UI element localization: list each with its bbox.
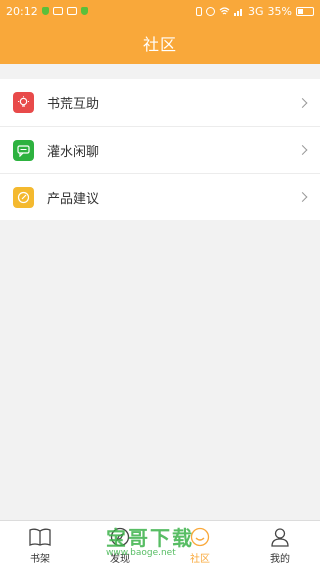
book-icon: [28, 526, 52, 548]
battery-icon: [296, 6, 314, 16]
tab-label: 书架: [30, 553, 50, 565]
shield-icon: [41, 7, 49, 15]
status-bar: 20:12 3G 35%: [0, 0, 320, 22]
tab-label: 发现: [110, 553, 130, 565]
security-icon: [80, 7, 88, 15]
chevron-right-icon: [297, 145, 308, 155]
tab-label: 社区: [190, 553, 210, 565]
chevron-right-icon: [297, 192, 308, 202]
status-left: 20:12: [6, 5, 88, 18]
signal-icon: [234, 8, 243, 16]
menu-item-chat[interactable]: 灌水闲聊: [0, 126, 320, 173]
lightbulb-icon: [13, 92, 34, 113]
tab-discover[interactable]: 发现: [80, 521, 160, 569]
status-right: 3G 35%: [196, 5, 314, 18]
chat-notification-icon: [66, 7, 77, 15]
community-icon: [188, 526, 212, 548]
notification-icon: [52, 7, 63, 15]
tab-label: 我的: [270, 553, 290, 565]
edit-circle-icon: [13, 186, 34, 208]
tab-mine[interactable]: 我的: [240, 521, 320, 569]
alarm-icon: [206, 6, 216, 16]
network-type: 3G: [248, 4, 264, 18]
title-bar: 社区: [0, 22, 320, 64]
compass-icon: [108, 526, 132, 548]
wifi-icon: [219, 6, 230, 14]
community-menu-list: 书荒互助 灌水闲聊 产品建议: [0, 79, 320, 220]
tab-bookshelf[interactable]: 书架: [0, 521, 80, 569]
menu-item-feedback[interactable]: 产品建议: [0, 173, 320, 220]
vibrate-icon: [196, 6, 203, 16]
page-title: 社区: [142, 35, 177, 54]
menu-item-label: 产品建议: [47, 191, 100, 207]
bottom-tab-bar: 书架 发现 社区 我的: [0, 520, 320, 569]
battery-percent: 35%: [267, 4, 292, 18]
chat-bubble-icon: [13, 139, 34, 161]
menu-item-book-help[interactable]: 书荒互助: [0, 79, 320, 126]
status-time: 20:12: [6, 4, 38, 18]
menu-item-label: 书荒互助: [47, 97, 100, 112]
person-icon: [268, 526, 292, 548]
tab-community[interactable]: 社区: [160, 521, 240, 569]
menu-item-label: 灌水闲聊: [47, 144, 100, 160]
chevron-right-icon: [297, 97, 308, 108]
